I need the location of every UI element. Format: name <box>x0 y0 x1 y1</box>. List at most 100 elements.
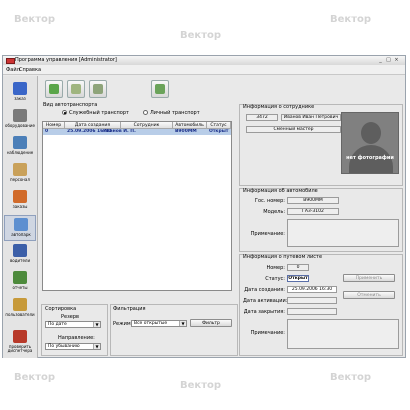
chevron-down-icon: ▼ <box>93 322 100 327</box>
toolbar <box>39 77 399 99</box>
waybill-note-label: Примечание: <box>250 330 285 336</box>
edit-car-icon <box>71 84 81 94</box>
close-button[interactable]: × <box>393 57 400 63</box>
radio-personal-transport[interactable] <box>143 110 148 115</box>
sidebar-item-users[interactable]: пользователи <box>4 296 36 322</box>
sort-field-select[interactable]: По дате ▼ <box>45 321 101 328</box>
sidebar-item-label: заказ <box>14 96 26 101</box>
radio-official-label: Служебный транспорт <box>69 110 129 116</box>
sidebar-item-equipment[interactable]: оборудование <box>4 107 36 133</box>
sidebar-item-reports[interactable]: отчеты <box>4 269 36 295</box>
sidebar-item-label: пользователи <box>5 312 35 317</box>
waybill-closed-field <box>287 308 337 315</box>
sidebar-item-label: наблюдение <box>6 150 34 155</box>
sort-field-label: Резерв <box>61 314 79 320</box>
watermark: Вектор <box>180 30 222 41</box>
waybill-number-field: 0 <box>287 264 309 271</box>
watermark: Вектор <box>330 14 372 25</box>
personnel-icon <box>13 163 27 176</box>
delete-vehicle-button[interactable] <box>89 80 107 98</box>
refresh-button[interactable] <box>151 80 169 98</box>
app-icon <box>6 58 15 64</box>
sidebar-item-fleet[interactable]: автопарк <box>4 215 36 241</box>
waybill-table[interactable]: Номер Дата создания Сотрудник Автомобиль… <box>42 121 232 291</box>
sidebar-item-personnel[interactable]: персонал <box>4 161 36 187</box>
watermark: Вектор <box>330 372 372 383</box>
filter-title: Фильтрация <box>113 306 146 312</box>
waybill-closed-label: Дата закрытия: <box>243 309 285 315</box>
plate-label: Гос. номер: <box>254 198 285 204</box>
waybill-status-field: Открыт <box>287 275 309 282</box>
filter-button[interactable]: Фильтр <box>190 319 232 327</box>
check-dispatcher-icon <box>13 330 27 343</box>
order-icon <box>13 82 27 95</box>
no-photo-text: нет фотографии <box>346 155 394 161</box>
apply-button[interactable]: Применить <box>343 274 395 282</box>
sort-direction-value: По убыванию <box>48 344 80 349</box>
sidebar-item-order[interactable]: заказ <box>4 80 36 106</box>
plate-field: В900ММ <box>287 197 339 204</box>
add-vehicle-button[interactable] <box>45 80 63 98</box>
orders-icon <box>13 190 27 203</box>
model-field: ГАЗ-3102 <box>287 208 339 215</box>
filter-mode-value: Все открытые <box>134 321 168 326</box>
cell-number: 0 <box>45 129 49 134</box>
fleet-icon <box>14 218 28 231</box>
sidebar: заказ оборудование наблюдение персонал з… <box>3 76 38 358</box>
employee-id-field: 3472 <box>246 114 278 121</box>
waybill-activated-label: Дата активации: <box>243 298 288 304</box>
watermark: Вектор <box>14 372 56 383</box>
sidebar-item-monitoring[interactable]: наблюдение <box>4 134 36 160</box>
edit-vehicle-button[interactable] <box>67 80 85 98</box>
waybill-status-label: Статус: <box>265 276 285 282</box>
window-title: Программа управления [Administrator] <box>15 57 117 63</box>
column-header-employee[interactable]: Сотрудник <box>121 122 173 129</box>
column-header-status[interactable]: Статус <box>207 122 231 129</box>
radio-personal-label: Личный транспорт <box>150 110 200 116</box>
sidebar-item-label: оборудование <box>5 123 35 128</box>
waybill-number-label: Номер: <box>266 265 285 271</box>
drivers-icon <box>13 244 27 257</box>
menu-help[interactable]: Справка <box>19 67 41 73</box>
cancel-button[interactable]: Отменить <box>343 291 395 299</box>
transport-type-title: Вид автотранспорта <box>43 102 98 108</box>
employee-photo: нет фотографии <box>341 112 399 174</box>
waybill-created-label: Дата создания: <box>244 287 285 293</box>
handshake-icon <box>155 84 165 94</box>
employee-title: Информация о сотруднике <box>243 104 315 110</box>
sidebar-item-drivers[interactable]: водители <box>4 242 36 268</box>
waybill-title: Информация о путевом листе <box>243 254 323 260</box>
filter-mode-select[interactable]: Все открытые ▼ <box>131 320 187 327</box>
cell-status: Открыт <box>209 129 229 134</box>
monitoring-icon <box>13 136 27 149</box>
sidebar-item-orders[interactable]: заказы <box>4 188 36 214</box>
sidebar-item-label: водители <box>9 258 31 263</box>
watermark: Вектор <box>14 14 56 25</box>
waybill-activated-field <box>287 297 337 304</box>
table-row[interactable]: 0 25.09.2006 16:30 Иванов И. П. В900ММ О… <box>43 129 231 135</box>
column-header-number[interactable]: Номер <box>43 122 65 129</box>
vehicle-note-field <box>287 219 399 247</box>
sort-field-value: По дате <box>48 322 67 327</box>
waybill-created-field: 25.09.2006 16:30 <box>287 286 337 293</box>
sidebar-item-check-dispatcher[interactable]: проверить диспетчера <box>4 328 36 357</box>
maximize-button[interactable]: □ <box>385 57 392 63</box>
column-header-vehicle[interactable]: Автомобиль <box>173 122 207 129</box>
reports-icon <box>13 271 27 284</box>
sidebar-item-label: автопарк <box>11 232 31 237</box>
main-window: Программа управления [Administrator] _ □… <box>2 55 406 358</box>
chevron-down-icon: ▼ <box>179 321 186 326</box>
sidebar-item-label: проверить диспетчера <box>7 344 33 353</box>
column-header-date[interactable]: Дата создания <box>65 122 121 129</box>
person-silhouette-icon <box>361 122 381 144</box>
radio-official-transport[interactable] <box>62 110 67 115</box>
users-icon <box>13 298 27 311</box>
sidebar-item-label: заказы <box>12 204 28 209</box>
sidebar-item-label: персонал <box>10 177 30 182</box>
sort-direction-select[interactable]: По убыванию ▼ <box>45 343 101 350</box>
sorting-title: Сортировка <box>45 306 77 312</box>
sort-direction-label: Направление: <box>58 335 95 341</box>
equipment-icon <box>13 109 27 122</box>
minimize-button[interactable]: _ <box>377 57 384 63</box>
menu-file[interactable]: Файл <box>6 67 20 73</box>
